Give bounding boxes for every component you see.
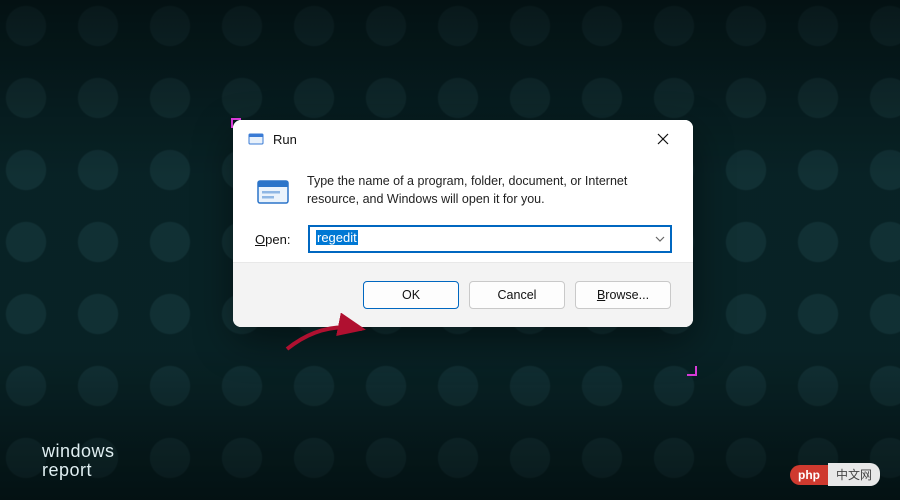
highlight-corner [687, 366, 697, 376]
browse-button[interactable]: Browse... [575, 281, 671, 309]
run-dialog: Run Type the name of a program, folder, … [233, 120, 693, 327]
close-button[interactable] [643, 124, 683, 154]
cancel-button[interactable]: Cancel [469, 281, 565, 309]
dialog-title: Run [273, 132, 297, 147]
watermark-windows-report: windows report [42, 442, 115, 480]
highlight-corner [231, 118, 241, 128]
ok-button[interactable]: OK [363, 281, 459, 309]
titlebar[interactable]: Run [233, 120, 693, 158]
close-icon [657, 133, 669, 145]
run-icon [255, 174, 291, 210]
instruction-text: Type the name of a program, folder, docu… [307, 172, 671, 208]
open-combobox[interactable]: regedit [309, 226, 671, 252]
open-label: Open: [255, 232, 297, 247]
dialog-footer: OK Cancel Browse... [233, 262, 693, 327]
dialog-body: Type the name of a program, folder, docu… [233, 158, 693, 262]
watermark-php: php 中文网 [790, 463, 880, 486]
run-titlebar-icon [247, 130, 265, 148]
open-input[interactable] [309, 226, 671, 252]
